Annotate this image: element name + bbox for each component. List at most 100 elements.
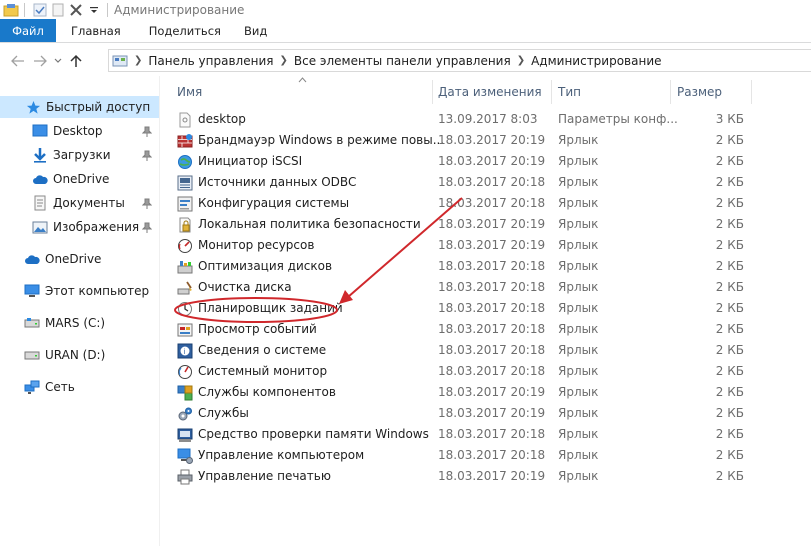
file-type: Ярлык [558,385,599,399]
forward-arrow-icon[interactable] [29,50,51,72]
pin-icon[interactable] [142,150,152,162]
list-item[interactable]: Просмотр событий 18.03.2017 20:18 Ярлык … [160,319,811,340]
list-item[interactable]: Источники данных ODBC 18.03.2017 20:18 Я… [160,172,811,193]
file-size: 2 КБ [715,406,744,420]
file-type: Ярлык [558,406,599,420]
list-item[interactable]: Локальная политика безопасности 18.03.20… [160,214,811,235]
sidebar-item-downloads[interactable]: Загрузки [0,144,160,166]
window-icon[interactable] [2,1,20,19]
tab-share[interactable]: Поделиться [136,19,236,42]
column-header-name[interactable]: Имя [177,82,202,102]
back-arrow-icon[interactable] [7,50,29,72]
list-item[interactable]: Брандмауэр Windows в режиме повы... 18.0… [160,130,811,151]
list-item[interactable]: Системный монитор 18.03.2017 20:18 Ярлык… [160,361,811,382]
column-header-type[interactable]: Тип [558,82,581,102]
list-item[interactable]: Службы 18.03.2017 20:19 Ярлык 2 КБ [160,403,811,424]
customize-toolbar-icon[interactable] [85,1,103,19]
cloud-icon [32,171,48,187]
sidebar-item-documents[interactable]: Документы [0,192,160,214]
file-date: 18.03.2017 20:19 [438,385,546,399]
list-item[interactable]: Планировщик заданий 18.03.2017 20:18 Ярл… [160,298,811,319]
list-item[interactable]: Средство проверки памяти Windows 18.03.2… [160,424,811,445]
file-name: Локальная политика безопасности [198,217,421,231]
breadcrumb-separator-icon[interactable]: ❯ [515,55,527,66]
tab-view[interactable]: Вид [236,19,282,42]
sidebar-item-onedrive-quick[interactable]: OneDrive [0,168,160,190]
sidebar-item-pictures[interactable]: Изображения [0,216,160,238]
file-size: 2 КБ [715,175,744,189]
firewall-icon [177,133,193,149]
file-date: 18.03.2017 20:19 [438,133,546,147]
column-divider[interactable] [551,80,552,104]
sidebar-item-label: OneDrive [45,252,102,266]
file-date: 18.03.2017 20:18 [438,322,546,336]
file-type: Ярлык [558,322,599,336]
pin-icon[interactable] [142,126,152,138]
breadcrumb-all-items[interactable]: Все элементы панели управления [290,54,515,68]
breadcrumb-separator-icon[interactable]: ❯ [132,55,144,66]
sidebar-item-drive-c[interactable]: MARS (C:) [0,312,160,334]
column-divider[interactable] [751,80,752,104]
address-bar[interactable]: ❯ Панель управления ❯ Все элементы панел… [108,49,811,72]
delete-icon[interactable] [67,1,85,19]
file-name: Инициатор iSCSI [198,154,303,168]
sidebar-item-this-pc[interactable]: Этот компьютер [0,280,160,302]
sidebar-item-desktop[interactable]: Desktop [0,120,160,142]
sidebar-item-drive-d[interactable]: URAN (D:) [0,344,160,366]
sidebar-item-network[interactable]: Сеть [0,376,160,398]
file-size: 2 КБ [715,448,744,462]
column-divider[interactable] [432,80,433,104]
toolbar-divider [24,3,25,17]
sidebar-item-quick-access[interactable]: Быстрый доступ [0,96,160,118]
list-item[interactable]: Монитор ресурсов 18.03.2017 20:19 Ярлык … [160,235,811,256]
new-folder-icon[interactable] [49,1,67,19]
file-size: 2 КБ [715,238,744,252]
file-name: Сведения о системе [198,343,327,357]
computer-management-icon [177,448,193,464]
list-item[interactable]: Службы компонентов 18.03.2017 20:19 Ярлы… [160,382,811,403]
tab-home[interactable]: Главная [56,19,136,42]
list-item[interactable]: i Сведения о системе 18.03.2017 20:18 Яр… [160,340,811,361]
sidebar-item-label: Этот компьютер [45,284,150,298]
window-title: Администрирование [114,3,245,17]
pin-icon[interactable] [142,198,152,210]
file-name: Брандмауэр Windows в режиме повы... [198,133,445,147]
file-date: 18.03.2017 20:18 [438,259,546,273]
breadcrumb-separator-icon[interactable]: ❯ [277,55,289,66]
breadcrumb-administration[interactable]: Администрирование [527,54,665,68]
list-item[interactable]: Управление печатью 18.03.2017 20:19 Ярлы… [160,466,811,487]
file-size: 2 КБ [715,196,744,210]
tab-file[interactable]: Файл [0,19,56,42]
sidebar-item-label: MARS (C:) [45,316,106,330]
file-date: 18.03.2017 20:18 [438,280,546,294]
breadcrumb-control-panel[interactable]: Панель управления [144,54,277,68]
file-size: 2 КБ [715,280,744,294]
file-name: Монитор ресурсов [198,238,315,252]
computer-icon [24,283,40,299]
up-arrow-icon[interactable] [65,50,87,72]
list-item[interactable]: Инициатор iSCSI 18.03.2017 20:19 Ярлык 2… [160,151,811,172]
quick-access-toolbar [0,0,114,20]
pin-icon[interactable] [142,222,152,234]
file-name: Источники данных ODBC [198,175,357,189]
column-divider[interactable] [670,80,671,104]
column-header-date[interactable]: Дата изменения [438,82,542,102]
recent-locations-icon[interactable] [51,50,65,72]
list-item[interactable]: Очистка диска 18.03.2017 20:18 Ярлык 2 К… [160,277,811,298]
resource-monitor-icon [177,238,193,254]
file-type: Ярлык [558,175,599,189]
properties-icon[interactable] [31,1,49,19]
file-name: Службы компонентов [198,385,336,399]
disk-cleanup-icon [177,280,193,296]
title-bar: Администрирование [0,0,811,20]
list-item[interactable]: Конфигурация системы 18.03.2017 20:18 Яр… [160,193,811,214]
sort-ascending-icon [298,76,307,85]
column-header-size[interactable]: Размер [677,82,722,102]
list-item[interactable]: desktop 13.09.2017 8:03 Параметры конф..… [160,109,811,130]
toolbar-divider [107,3,108,17]
component-services-icon [177,385,193,401]
sidebar-item-onedrive[interactable]: OneDrive [0,248,160,270]
list-item[interactable]: Оптимизация дисков 18.03.2017 20:18 Ярлы… [160,256,811,277]
list-item[interactable]: Управление компьютером 18.03.2017 20:18 … [160,445,811,466]
cloud-icon [24,251,40,267]
